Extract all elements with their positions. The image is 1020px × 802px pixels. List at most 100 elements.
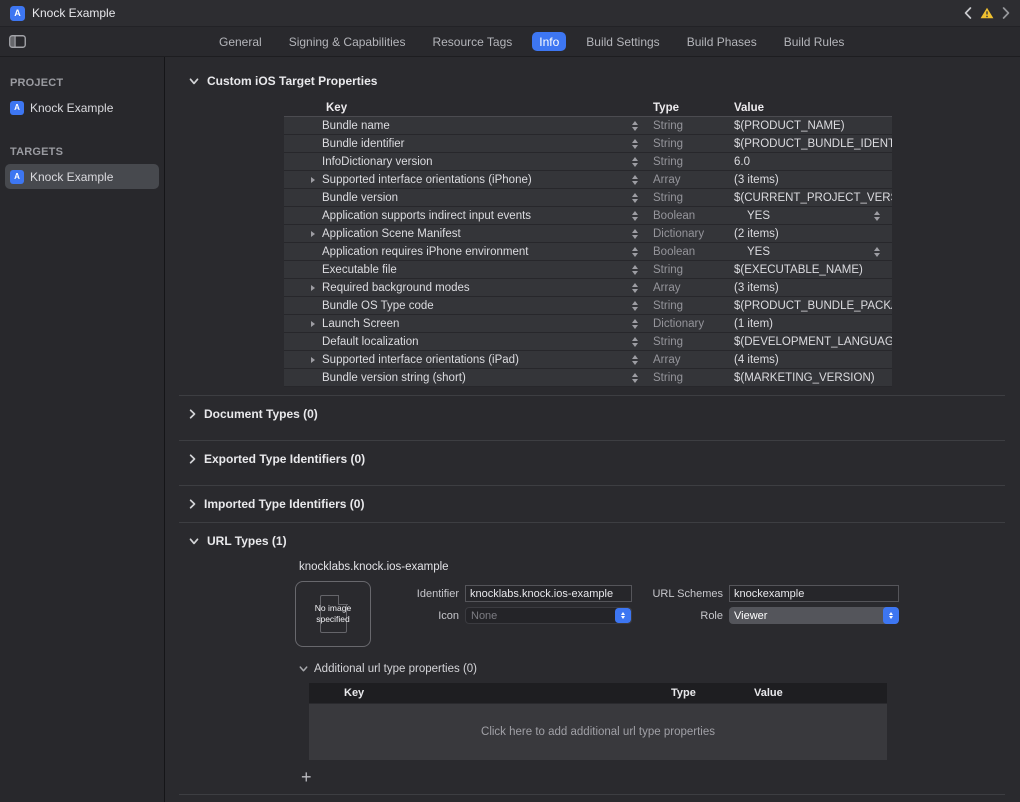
property-key: Launch Screen (322, 318, 623, 330)
property-row[interactable]: Bundle version String $(CURRENT_PROJECT_… (284, 189, 892, 207)
additional-properties-title: Additional url type properties (0) (314, 663, 477, 675)
editor-tab[interactable]: Build Settings (579, 32, 666, 51)
property-value[interactable]: YES (729, 207, 892, 225)
editor-tab[interactable]: Info (532, 32, 566, 51)
key-stepper-icon[interactable] (632, 157, 638, 167)
column-header-value: Value (754, 687, 887, 699)
sidebar-item-target[interactable]: A Knock Example (5, 164, 159, 189)
property-row[interactable]: Bundle name String $(PRODUCT_NAME) (284, 117, 892, 135)
key-stepper-icon[interactable] (632, 139, 638, 149)
property-row[interactable]: Launch Screen Dictionary (1 item) (284, 315, 892, 333)
property-value[interactable]: (1 item) (729, 315, 892, 333)
editor-tab[interactable]: Build Rules (777, 32, 852, 51)
back-chevron-icon[interactable] (964, 7, 972, 19)
property-value[interactable]: $(EXECUTABLE_NAME) (729, 261, 892, 279)
property-value-text: $(DEVELOPMENT_LANGUAGI (734, 336, 892, 348)
key-stepper-icon[interactable] (632, 283, 638, 293)
identifier-input[interactable] (465, 585, 632, 602)
icon-image-well[interactable]: No image specified (295, 581, 371, 647)
property-key: Supported interface orientations (iPhone… (322, 174, 623, 186)
sidebar-toggle-icon[interactable] (9, 35, 26, 48)
property-value[interactable]: $(PRODUCT_BUNDLE_PACKA (729, 297, 892, 315)
property-value[interactable]: $(PRODUCT_NAME) (729, 117, 892, 135)
url-type-item: knocklabs.knock.ios-example No image spe… (165, 561, 1020, 788)
editor-tab[interactable]: Resource Tags (425, 32, 519, 51)
property-row[interactable]: Bundle OS Type code String $(PRODUCT_BUN… (284, 297, 892, 315)
property-key: Bundle version (322, 192, 623, 204)
add-url-type-button[interactable]: + (295, 766, 318, 788)
property-row[interactable]: Bundle identifier String $(PRODUCT_BUNDL… (284, 135, 892, 153)
project-section-header: PROJECT (0, 69, 164, 95)
property-value[interactable]: $(MARKETING_VERSION) (729, 369, 892, 387)
property-value[interactable]: (3 items) (729, 171, 892, 189)
key-stepper-icon[interactable] (632, 265, 638, 275)
value-stepper-icon[interactable] (874, 247, 880, 257)
property-row[interactable]: Application requires iPhone environment … (284, 243, 892, 261)
project-icon: A (10, 101, 24, 115)
warning-icon[interactable] (980, 7, 994, 19)
role-dropdown[interactable]: Viewer (729, 607, 899, 624)
property-value[interactable]: 6.0 (729, 153, 892, 171)
section-header-collapsed[interactable]: Imported Type Identifiers (0) (165, 486, 1020, 522)
icon-dropdown[interactable]: None (465, 607, 632, 624)
property-row[interactable]: Application Scene Manifest Dictionary (2… (284, 225, 892, 243)
property-type: Array (647, 174, 729, 186)
key-stepper-icon[interactable] (632, 229, 638, 239)
collapsed-section: Exported Type Identifiers (0) (165, 440, 1020, 477)
property-value[interactable]: (2 items) (729, 225, 892, 243)
property-type: String (647, 192, 729, 204)
disclosure-chevron-icon[interactable] (311, 357, 315, 363)
key-stepper-icon[interactable] (632, 337, 638, 347)
property-row[interactable]: Application supports indirect input even… (284, 207, 892, 225)
property-value-text: (4 items) (734, 354, 779, 366)
property-row[interactable]: InfoDictionary version String 6.0 (284, 153, 892, 171)
property-row[interactable]: Supported interface orientations (iPad) … (284, 351, 892, 369)
editor-tab[interactable]: Build Phases (680, 32, 764, 51)
property-value[interactable]: $(DEVELOPMENT_LANGUAGI (729, 333, 892, 351)
key-stepper-icon[interactable] (632, 193, 638, 203)
additional-properties-disclosure[interactable]: Additional url type properties (0) (299, 663, 1020, 675)
key-stepper-icon[interactable] (632, 121, 638, 131)
disclosure-chevron-icon[interactable] (311, 231, 315, 237)
column-header-key: Key (309, 687, 671, 699)
sidebar-item-project[interactable]: A Knock Example (5, 95, 159, 120)
disclosure-chevron-icon[interactable] (311, 321, 315, 327)
property-key: Required background modes (322, 282, 623, 294)
target-item-label: Knock Example (30, 170, 113, 184)
add-url-property-area[interactable]: Click here to add additional url type pr… (309, 704, 887, 760)
property-value[interactable]: $(PRODUCT_BUNDLE_IDENT (729, 135, 892, 153)
key-stepper-icon[interactable] (632, 319, 638, 329)
property-value[interactable]: (3 items) (729, 279, 892, 297)
key-stepper-icon[interactable] (632, 355, 638, 365)
section-header-custom-properties[interactable]: Custom iOS Target Properties (165, 57, 1020, 99)
key-stepper-icon[interactable] (632, 211, 638, 221)
property-value[interactable]: (4 items) (729, 351, 892, 369)
targets-section-header: TARGETS (0, 138, 164, 164)
section-header-collapsed[interactable]: Document Types (0) (165, 396, 1020, 432)
section-header-url-types[interactable]: URL Types (1) (165, 523, 1020, 559)
property-value[interactable]: YES (729, 243, 892, 261)
additional-properties-table: Key Type Value Click here to add additio… (309, 683, 887, 760)
key-stepper-icon[interactable] (632, 301, 638, 311)
chevron-down-icon (299, 666, 308, 672)
disclosure-chevron-icon[interactable] (311, 285, 315, 291)
property-row[interactable]: Default localization String $(DEVELOPMEN… (284, 333, 892, 351)
section-header-collapsed[interactable]: Exported Type Identifiers (0) (165, 441, 1020, 477)
property-row[interactable]: Executable file String $(EXECUTABLE_NAME… (284, 261, 892, 279)
editor-tab[interactable]: Signing & Capabilities (282, 32, 413, 51)
property-row[interactable]: Bundle version string (short) String $(M… (284, 369, 892, 387)
value-stepper-icon[interactable] (874, 211, 880, 221)
property-value[interactable]: $(CURRENT_PROJECT_VERS (729, 189, 892, 207)
forward-chevron-icon[interactable] (1002, 7, 1010, 19)
key-stepper-icon[interactable] (632, 247, 638, 257)
property-type: Dictionary (647, 228, 729, 240)
key-stepper-icon[interactable] (632, 175, 638, 185)
editor-tab[interactable]: General (212, 32, 269, 51)
key-stepper-icon[interactable] (632, 373, 638, 383)
property-value-text: $(PRODUCT_NAME) (734, 120, 845, 132)
project-app-icon: A (10, 6, 25, 21)
property-row[interactable]: Supported interface orientations (iPhone… (284, 171, 892, 189)
property-row[interactable]: Required background modes Array (3 items… (284, 279, 892, 297)
disclosure-chevron-icon[interactable] (311, 177, 315, 183)
url-schemes-input[interactable] (729, 585, 899, 602)
